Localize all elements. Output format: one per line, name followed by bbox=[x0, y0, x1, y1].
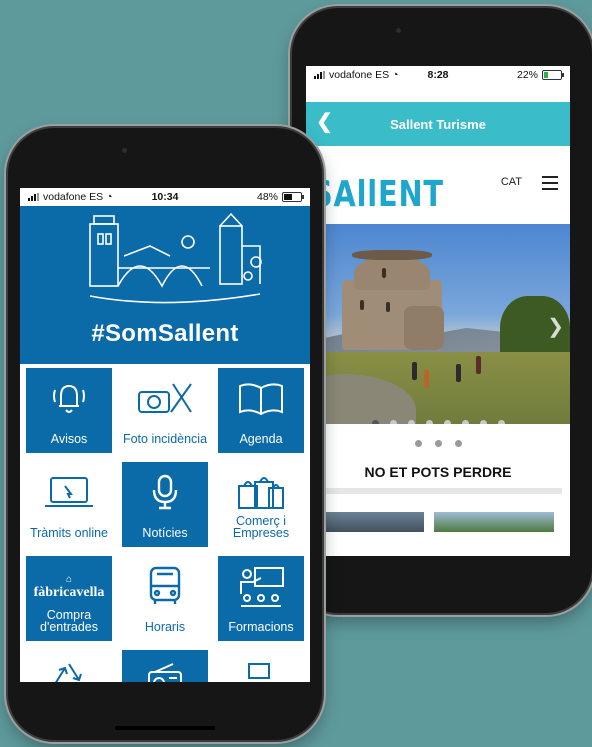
home-indicator bbox=[115, 726, 215, 730]
tile-tramits[interactable]: Tràmits online bbox=[26, 462, 112, 547]
tile-label: Agenda bbox=[239, 432, 283, 446]
hashtag-title: #SomSallent bbox=[91, 320, 239, 347]
tile-radio[interactable] bbox=[122, 650, 208, 682]
card-thumbnail[interactable] bbox=[434, 512, 554, 532]
divider bbox=[314, 488, 562, 494]
status-bar: vodafone ES ◔ 8:28 22% bbox=[306, 66, 570, 84]
church-image bbox=[342, 250, 446, 350]
section-title: NO ET POTS PERDRE bbox=[364, 464, 512, 480]
battery-icon bbox=[542, 70, 564, 80]
tile-formacions[interactable]: Formacions bbox=[218, 556, 304, 641]
tile-recycle[interactable] bbox=[26, 650, 112, 682]
tile-noticies[interactable]: Notícies bbox=[122, 462, 208, 547]
tile-label: Comerç i Empreses bbox=[232, 514, 290, 540]
tile-horaris[interactable]: Horaris bbox=[122, 556, 208, 641]
shopping-bags-icon bbox=[238, 477, 284, 509]
town-illustration-icon bbox=[89, 212, 262, 304]
site-header: SAllENT CAT bbox=[306, 146, 570, 224]
hero-carousel[interactable]: ❮ ❯ bbox=[306, 224, 570, 424]
hamburger-menu-icon[interactable] bbox=[542, 176, 558, 194]
card-thumbnail[interactable] bbox=[316, 512, 424, 532]
front-screen: vodafone ES ◔ 10:34 48% #SomSallent Avis… bbox=[20, 188, 310, 682]
camera-dot bbox=[122, 148, 127, 153]
bell-icon bbox=[53, 384, 85, 413]
battery-percent: 22% bbox=[516, 69, 538, 81]
tile-label: Compra d'entrades bbox=[40, 608, 98, 634]
laptop-click-icon bbox=[45, 477, 93, 507]
tile-agenda[interactable]: Agenda bbox=[218, 368, 304, 453]
battery-icon bbox=[282, 192, 304, 202]
bus-icon bbox=[149, 566, 181, 604]
next-slide-icon[interactable]: ❯ bbox=[547, 314, 564, 339]
back-screen: vodafone ES ◔ 8:28 22% ❮ Sallent Turisme… bbox=[306, 66, 570, 556]
navbar: ❮ Sallent Turisme bbox=[306, 102, 570, 146]
radio-icon bbox=[148, 663, 182, 682]
language-selector[interactable]: CAT bbox=[501, 176, 522, 188]
battery-percent: 48% bbox=[256, 191, 278, 203]
tile-desk[interactable] bbox=[218, 650, 304, 682]
phone-front: vodafone ES ◔ 10:34 48% #SomSallent Avis… bbox=[8, 128, 322, 740]
phone-back: vodafone ES ◔ 8:28 22% ❮ Sallent Turisme… bbox=[292, 8, 592, 613]
book-icon bbox=[239, 383, 283, 416]
banner[interactable]: #SomSallent bbox=[20, 206, 310, 373]
tile-label: Horaris bbox=[144, 620, 186, 634]
tile-comerc[interactable]: Comerç i Empreses bbox=[218, 462, 304, 547]
recycle-icon bbox=[55, 663, 82, 682]
tile-label: Formacions bbox=[228, 620, 294, 634]
fabricavella-logo: fàbricavella bbox=[33, 585, 105, 600]
secondary-dots[interactable] bbox=[306, 440, 570, 447]
teacher-icon bbox=[240, 567, 284, 607]
microphone-icon bbox=[152, 474, 178, 510]
tile-foto-incidencia[interactable]: Foto incidència bbox=[122, 368, 208, 453]
desk-icon bbox=[248, 663, 270, 679]
carousel-dots[interactable] bbox=[306, 420, 570, 424]
navbar-title: Sallent Turisme bbox=[390, 116, 486, 132]
tile-label: Notícies bbox=[142, 526, 188, 540]
camera-tools-icon bbox=[138, 383, 192, 413]
home-icon: ⌂ bbox=[65, 574, 73, 585]
status-bar: vodafone ES ◔ 10:34 48% bbox=[20, 188, 310, 206]
back-arrow-icon[interactable]: ❮ bbox=[316, 112, 333, 132]
camera-dot bbox=[396, 28, 401, 33]
tile-label: Foto incidència bbox=[122, 432, 208, 446]
tile-label: Tràmits online bbox=[29, 526, 109, 540]
tile-compra-entrades[interactable]: ⌂ fàbricavella Compra d'entrades bbox=[26, 556, 112, 641]
tile-avisos[interactable]: Avisos bbox=[26, 368, 112, 453]
tile-label: Avisos bbox=[50, 432, 88, 446]
sallent-logo[interactable]: SAllENT bbox=[312, 174, 444, 215]
